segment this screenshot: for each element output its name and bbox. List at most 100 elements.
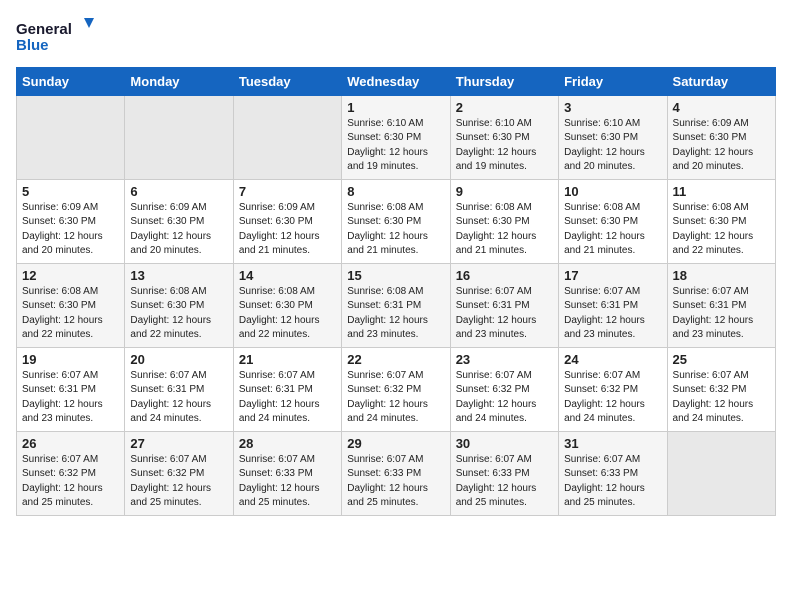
day-number: 4 xyxy=(673,100,770,115)
day-cell: 10Sunrise: 6:08 AM Sunset: 6:30 PM Dayli… xyxy=(559,179,667,263)
day-details: Sunrise: 6:07 AM Sunset: 6:32 PM Dayligh… xyxy=(564,369,661,427)
svg-text:General: General xyxy=(16,21,72,38)
week-row-5: 26 Sunrise: 6:07 AM Sunset: 6:32 PM Dayli… xyxy=(17,431,776,515)
day-details: Sunrise: 6:08 AM Sunset: 6:30 PM Dayligh… xyxy=(564,201,661,259)
day-number: 15 xyxy=(347,268,444,283)
day-cell: 9 Sunrise: 6:08 AM Sunset: 6:30 PM Daylig… xyxy=(450,179,558,263)
day-details: Sunrise: 6:07 AM Sunset: 6:32 PM Dayligh… xyxy=(22,453,119,511)
day-cell: 19Sunrise: 6:07 AM Sunset: 6:31 PM Dayli… xyxy=(17,347,125,431)
day-details: Sunrise: 6:09 AM Sunset: 6:30 PM Dayligh… xyxy=(22,201,119,259)
day-cell xyxy=(125,95,233,179)
day-number: 22 xyxy=(347,352,444,367)
day-number: 30 xyxy=(456,436,553,451)
day-details: Sunrise: 6:07 AM Sunset: 6:31 PM Dayligh… xyxy=(564,285,661,343)
day-details: Sunrise: 6:07 AM Sunset: 6:32 PM Dayligh… xyxy=(673,369,770,427)
day-cell: 6Sunrise: 6:09 AM Sunset: 6:30 PM Daylig… xyxy=(125,179,233,263)
day-details: Sunrise: 6:07 AM Sunset: 6:31 PM Dayligh… xyxy=(673,285,770,343)
day-cell xyxy=(233,95,341,179)
day-number: 8 xyxy=(347,184,444,199)
day-number: 2 xyxy=(456,100,553,115)
day-number: 13 xyxy=(130,268,227,283)
day-details: Sunrise: 6:10 AM Sunset: 6:30 PM Dayligh… xyxy=(347,117,444,175)
day-cell: 11Sunrise: 6:08 AM Sunset: 6:30 PM Dayli… xyxy=(667,179,775,263)
day-cell: 1 Sunrise: 6:10 AM Sunset: 6:30 PM Daylig… xyxy=(342,95,450,179)
col-header-tuesday: Tuesday xyxy=(233,67,341,95)
week-row-3: 12 Sunrise: 6:08 AM Sunset: 6:30 PM Dayli… xyxy=(17,263,776,347)
day-details: Sunrise: 6:08 AM Sunset: 6:30 PM Dayligh… xyxy=(347,201,444,259)
day-cell: 14Sunrise: 6:08 AM Sunset: 6:30 PM Dayli… xyxy=(233,263,341,347)
day-cell: 16 Sunrise: 6:07 AM Sunset: 6:31 PM Dayli… xyxy=(450,263,558,347)
day-number: 17 xyxy=(564,268,661,283)
day-details: Sunrise: 6:07 AM Sunset: 6:33 PM Dayligh… xyxy=(347,453,444,511)
day-cell: 22 Sunrise: 6:07 AM Sunset: 6:32 PM Dayli… xyxy=(342,347,450,431)
day-cell: 26 Sunrise: 6:07 AM Sunset: 6:32 PM Dayli… xyxy=(17,431,125,515)
col-header-sunday: Sunday xyxy=(17,67,125,95)
day-cell: 23 Sunrise: 6:07 AM Sunset: 6:32 PM Dayli… xyxy=(450,347,558,431)
col-header-thursday: Thursday xyxy=(450,67,558,95)
day-cell: 28 Sunrise: 6:07 AM Sunset: 6:33 PM Dayli… xyxy=(233,431,341,515)
day-number: 23 xyxy=(456,352,553,367)
day-number: 26 xyxy=(22,436,119,451)
header-row: SundayMondayTuesdayWednesdayThursdayFrid… xyxy=(17,67,776,95)
day-details: Sunrise: 6:09 AM Sunset: 6:30 PM Dayligh… xyxy=(130,201,227,259)
day-cell: 29 Sunrise: 6:07 AM Sunset: 6:33 PM Dayli… xyxy=(342,431,450,515)
day-number: 12 xyxy=(22,268,119,283)
day-details: Sunrise: 6:10 AM Sunset: 6:30 PM Dayligh… xyxy=(456,117,553,175)
day-number: 21 xyxy=(239,352,336,367)
day-number: 25 xyxy=(673,352,770,367)
day-cell: 27Sunrise: 6:07 AM Sunset: 6:32 PM Dayli… xyxy=(125,431,233,515)
day-number: 24 xyxy=(564,352,661,367)
day-details: Sunrise: 6:07 AM Sunset: 6:32 PM Dayligh… xyxy=(456,369,553,427)
day-number: 20 xyxy=(130,352,227,367)
svg-text:Blue: Blue xyxy=(16,37,49,54)
day-details: Sunrise: 6:07 AM Sunset: 6:32 PM Dayligh… xyxy=(347,369,444,427)
day-details: Sunrise: 6:07 AM Sunset: 6:31 PM Dayligh… xyxy=(130,369,227,427)
day-cell: 13 Sunrise: 6:08 AM Sunset: 6:30 PM Dayli… xyxy=(125,263,233,347)
logo-svg: General Blue xyxy=(16,16,96,54)
day-cell: 15 Sunrise: 6:08 AM Sunset: 6:31 PM Dayli… xyxy=(342,263,450,347)
day-number: 9 xyxy=(456,184,553,199)
logo: General Blue xyxy=(16,16,96,59)
day-details: Sunrise: 6:08 AM Sunset: 6:30 PM Dayligh… xyxy=(130,285,227,343)
day-cell: 17 Sunrise: 6:07 AM Sunset: 6:31 PM Dayli… xyxy=(559,263,667,347)
day-details: Sunrise: 6:07 AM Sunset: 6:33 PM Dayligh… xyxy=(456,453,553,511)
day-number: 19 xyxy=(22,352,119,367)
day-cell: 4 Sunrise: 6:09 AM Sunset: 6:30 PM Daylig… xyxy=(667,95,775,179)
day-number: 7 xyxy=(239,184,336,199)
day-cell: 8 Sunrise: 6:08 AM Sunset: 6:30 PM Daylig… xyxy=(342,179,450,263)
day-details: Sunrise: 6:09 AM Sunset: 6:30 PM Dayligh… xyxy=(239,201,336,259)
day-number: 29 xyxy=(347,436,444,451)
col-header-friday: Friday xyxy=(559,67,667,95)
day-cell: 18Sunrise: 6:07 AM Sunset: 6:31 PM Dayli… xyxy=(667,263,775,347)
day-details: Sunrise: 6:07 AM Sunset: 6:33 PM Dayligh… xyxy=(564,453,661,511)
day-cell: 2 Sunrise: 6:10 AM Sunset: 6:30 PM Daylig… xyxy=(450,95,558,179)
day-details: Sunrise: 6:08 AM Sunset: 6:30 PM Dayligh… xyxy=(673,201,770,259)
day-details: Sunrise: 6:08 AM Sunset: 6:30 PM Dayligh… xyxy=(239,285,336,343)
page-header: General Blue xyxy=(16,16,776,59)
day-number: 5 xyxy=(22,184,119,199)
week-row-1: 1 Sunrise: 6:10 AM Sunset: 6:30 PM Daylig… xyxy=(17,95,776,179)
week-row-4: 19 Sunrise: 6:07 AM Sunset: 6:31 PM Dayli… xyxy=(17,347,776,431)
calendar-table: SundayMondayTuesdayWednesdayThursdayFrid… xyxy=(16,67,776,516)
day-number: 16 xyxy=(456,268,553,283)
day-number: 3 xyxy=(564,100,661,115)
day-details: Sunrise: 6:07 AM Sunset: 6:31 PM Dayligh… xyxy=(456,285,553,343)
day-cell: 31 Sunrise: 6:07 AM Sunset: 6:33 PM Dayli… xyxy=(559,431,667,515)
day-cell xyxy=(667,431,775,515)
day-details: Sunrise: 6:08 AM Sunset: 6:31 PM Dayligh… xyxy=(347,285,444,343)
col-header-saturday: Saturday xyxy=(667,67,775,95)
day-number: 28 xyxy=(239,436,336,451)
day-details: Sunrise: 6:10 AM Sunset: 6:30 PM Dayligh… xyxy=(564,117,661,175)
day-details: Sunrise: 6:08 AM Sunset: 6:30 PM Dayligh… xyxy=(456,201,553,259)
day-details: Sunrise: 6:07 AM Sunset: 6:33 PM Dayligh… xyxy=(239,453,336,511)
day-cell: 30 Sunrise: 6:07 AM Sunset: 6:33 PM Dayli… xyxy=(450,431,558,515)
day-number: 1 xyxy=(347,100,444,115)
day-details: Sunrise: 6:09 AM Sunset: 6:30 PM Dayligh… xyxy=(673,117,770,175)
col-header-monday: Monday xyxy=(125,67,233,95)
day-number: 31 xyxy=(564,436,661,451)
day-cell: 5 Sunrise: 6:09 AM Sunset: 6:30 PM Daylig… xyxy=(17,179,125,263)
col-header-wednesday: Wednesday xyxy=(342,67,450,95)
day-details: Sunrise: 6:07 AM Sunset: 6:32 PM Dayligh… xyxy=(130,453,227,511)
day-cell: 20 Sunrise: 6:07 AM Sunset: 6:31 PM Dayli… xyxy=(125,347,233,431)
day-details: Sunrise: 6:08 AM Sunset: 6:30 PM Dayligh… xyxy=(22,285,119,343)
